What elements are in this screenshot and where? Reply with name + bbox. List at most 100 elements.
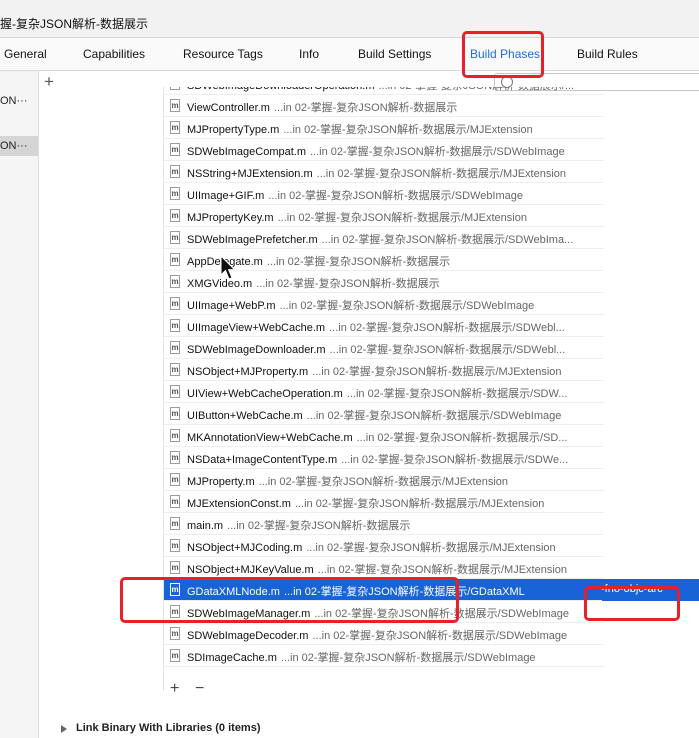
- file-label: MJExtensionConst.m ...in 02-掌握-复杂JSON解析-数…: [187, 495, 544, 511]
- file-name: NSObject+MJProperty.m: [187, 366, 309, 378]
- editor-tab-bar: General Capabilities Resource Tags Info …: [0, 38, 699, 71]
- build-phases-content: + m SDWebImageDownloaderOperation.m ...in …: [39, 71, 699, 738]
- objc-m-file-icon: m: [170, 165, 180, 178]
- objc-m-file-icon: m: [170, 143, 180, 156]
- file-label: UIImage+WebP.m ...in 02-掌握-复杂JSON解析-数据展示/…: [187, 297, 534, 313]
- objc-m-file-icon: m: [170, 627, 180, 640]
- compile-source-row[interactable]: m SDWebImageManager.m ...in 02-掌握-复杂JSON解析…: [164, 601, 604, 623]
- file-path: ...in 02-掌握-复杂JSON解析-数据展示: [256, 278, 440, 290]
- file-path: ...in 02-掌握-复杂JSON解析-数据展示/SDWebIma...: [321, 234, 574, 246]
- file-name: main.m: [187, 520, 224, 532]
- file-label: SDWebImagePrefetcher.m ...in 02-掌握-复杂JSON…: [187, 231, 573, 247]
- objc-m-file-icon: m: [170, 231, 180, 244]
- file-name: NSData+ImageContentType.m: [187, 454, 338, 466]
- window-titlebar: 握-复杂JSON解析-数据展示: [0, 0, 699, 38]
- file-name: SDWebImageManager.m: [187, 608, 311, 620]
- tab-build-settings[interactable]: Build Settings: [358, 47, 431, 61]
- file-path: ...in 02-掌握-复杂JSON解析-数据展示/SDWebImage: [268, 190, 524, 202]
- file-label: SDWebImageDecoder.m ...in 02-掌握-复杂JSON解析-…: [187, 627, 567, 643]
- compile-source-row[interactable]: m SDImageCache.m ...in 02-掌握-复杂JSON解析-数据展示…: [164, 645, 604, 667]
- compile-source-row[interactable]: m UIImage+GIF.m ...in 02-掌握-复杂JSON解析-数据展示/…: [164, 183, 604, 205]
- file-path: ...in 02-掌握-复杂JSON解析-数据展示/MJExtension: [294, 498, 545, 510]
- file-path: ...in 02-掌握-复杂JSON解析-数据展示/SD...: [356, 432, 568, 444]
- compile-source-row[interactable]: m NSObject+MJCoding.m ...in 02-掌握-复杂JSON解析…: [164, 535, 604, 557]
- objc-m-file-icon: m: [170, 187, 180, 200]
- tab-build-rules[interactable]: Build Rules: [577, 47, 638, 61]
- compile-source-row[interactable]: m ViewController.m ...in 02-掌握-复杂JSON解析-数据…: [164, 95, 604, 117]
- compile-source-row[interactable]: m SDWebImagePrefetcher.m ...in 02-掌握-复杂JSO…: [164, 227, 604, 249]
- compile-source-row[interactable]: m MJPropertyType.m ...in 02-掌握-复杂JSON解析-数据…: [164, 117, 604, 139]
- compile-source-row[interactable]: m GDataXMLNode.m ...in 02-掌握-复杂JSON解析-数据展示…: [164, 579, 604, 601]
- add-build-phase-button[interactable]: +: [44, 73, 54, 91]
- compile-source-row[interactable]: m SDWebImageDownloader.m ...in 02-掌握-复杂JSO…: [164, 337, 604, 359]
- compile-source-row[interactable]: m NSObject+MJProperty.m ...in 02-掌握-复杂JSON…: [164, 359, 604, 381]
- file-path: ...in 02-掌握-复杂JSON解析-数据展示/GDataXML: [283, 586, 525, 598]
- tab-info[interactable]: Info: [299, 47, 319, 61]
- compile-source-row[interactable]: m UIButton+WebCache.m ...in 02-掌握-复杂JSON解析…: [164, 403, 604, 425]
- file-label: SDWebImageDownloader.m ...in 02-掌握-复杂JSON…: [187, 341, 565, 357]
- file-path: ...in 02-掌握-复杂JSON解析-数据展示: [273, 102, 458, 114]
- file-path: ...in 02-掌握-复杂JSON解析-数据展示: [266, 256, 451, 268]
- file-label: MJPropertyType.m ...in 02-掌握-复杂JSON解析-数据展…: [187, 121, 533, 137]
- objc-m-file-icon: m: [170, 253, 180, 266]
- compile-source-row[interactable]: m UIView+WebCacheOperation.m ...in 02-掌握-复…: [164, 381, 604, 403]
- file-name: UIImageView+WebCache.m: [187, 322, 326, 334]
- objc-m-file-icon: m: [170, 87, 180, 90]
- file-name: SDWebImageCompat.m: [187, 146, 307, 158]
- disclosure-triangle-icon[interactable]: [61, 725, 67, 733]
- file-path: ...in 02-掌握-复杂JSON解析-数据展示/MJExtension: [317, 564, 568, 576]
- file-name: UIImage+WebP.m: [187, 300, 276, 312]
- target-item-app[interactable]: ON···: [0, 136, 38, 156]
- compile-sources-list[interactable]: m SDWebImageDownloaderOperation.m ...in 02…: [163, 87, 604, 691]
- compile-source-row[interactable]: m MJPropertyKey.m ...in 02-掌握-复杂JSON解析-数据展…: [164, 205, 604, 227]
- objc-m-file-icon: m: [170, 583, 180, 596]
- compile-source-row[interactable]: m MKAnnotationView+WebCache.m ...in 02-掌握-…: [164, 425, 604, 447]
- compile-source-row[interactable]: m SDWebImageDownloaderOperation.m ...in 02…: [164, 87, 604, 95]
- file-label: MJProperty.m ...in 02-掌握-复杂JSON解析-数据展示/MJ…: [187, 473, 508, 489]
- file-path: ...in 02-掌握-复杂JSON解析-数据展示/MJExtension: [258, 476, 509, 488]
- objc-m-file-icon: m: [170, 275, 180, 288]
- compile-source-row[interactable]: m MJProperty.m ...in 02-掌握-复杂JSON解析-数据展示/M…: [164, 469, 604, 491]
- file-label: UIView+WebCacheOperation.m ...in 02-掌握-复杂…: [187, 385, 567, 401]
- file-label: SDImageCache.m ...in 02-掌握-复杂JSON解析-数据展示/…: [187, 649, 536, 665]
- compile-source-row[interactable]: m NSString+MJExtension.m ...in 02-掌握-复杂JSO…: [164, 161, 604, 183]
- add-file-button[interactable]: +: [170, 680, 179, 698]
- file-label: ViewController.m ...in 02-掌握-复杂JSON解析-数据展…: [187, 99, 457, 115]
- compile-source-row[interactable]: m UIImage+WebP.m ...in 02-掌握-复杂JSON解析-数据展示…: [164, 293, 604, 315]
- link-binary-section-header[interactable]: Link Binary With Libraries (0 items): [76, 722, 261, 734]
- compile-source-row[interactable]: m MJExtensionConst.m ...in 02-掌握-复杂JSON解析-…: [164, 491, 604, 513]
- file-name: NSObject+MJCoding.m: [187, 542, 303, 554]
- file-label: NSData+ImageContentType.m ...in 02-掌握-复杂J…: [187, 451, 568, 467]
- compile-source-row[interactable]: m NSData+ImageContentType.m ...in 02-掌握-复杂…: [164, 447, 604, 469]
- file-name: MJPropertyType.m: [187, 124, 280, 136]
- tab-resource-tags[interactable]: Resource Tags: [183, 47, 263, 61]
- file-name: MJExtensionConst.m: [187, 498, 291, 510]
- file-path: ...in 02-掌握-复杂JSON解析-数据展示/SDWebImage: [310, 146, 565, 158]
- file-label: UIButton+WebCache.m ...in 02-掌握-复杂JSON解析-…: [187, 407, 561, 423]
- target-item-project[interactable]: ON···: [0, 91, 38, 111]
- file-label: SDWebImageCompat.m ...in 02-掌握-复杂JSON解析-数…: [187, 143, 565, 159]
- compile-source-row[interactable]: m main.m ...in 02-掌握-复杂JSON解析-数据展示: [164, 513, 604, 535]
- tab-capabilities[interactable]: Capabilities: [83, 47, 145, 61]
- file-name: MJPropertyKey.m: [187, 212, 274, 224]
- file-name: NSString+MJExtension.m: [187, 168, 313, 180]
- compile-source-row[interactable]: m NSObject+MJKeyValue.m ...in 02-掌握-复杂JSON…: [164, 557, 604, 579]
- compiler-flags-text: -fno-objc-arc: [601, 583, 663, 595]
- compile-source-row[interactable]: m UIImageView+WebCache.m ...in 02-掌握-复杂JSO…: [164, 315, 604, 337]
- objc-m-file-icon: m: [170, 363, 180, 376]
- objc-m-file-icon: m: [170, 429, 180, 442]
- file-name: UIImage+GIF.m: [187, 190, 265, 202]
- mouse-pointer-icon: [220, 255, 236, 280]
- tab-build-phases[interactable]: Build Phases: [470, 47, 540, 61]
- objc-m-file-icon: m: [170, 517, 180, 530]
- compile-source-row[interactable]: m SDWebImageDecoder.m ...in 02-掌握-复杂JSON解析…: [164, 623, 604, 645]
- tab-general[interactable]: General: [4, 47, 47, 61]
- remove-file-button[interactable]: −: [195, 680, 204, 698]
- objc-m-file-icon: m: [170, 297, 180, 310]
- file-label: UIImage+GIF.m ...in 02-掌握-复杂JSON解析-数据展示/S…: [187, 187, 523, 203]
- objc-m-file-icon: m: [170, 99, 180, 112]
- file-label: SDWebImageDownloaderOperation.m ...in 02-…: [187, 87, 574, 93]
- compile-source-row[interactable]: m SDWebImageCompat.m ...in 02-掌握-复杂JSON解析-…: [164, 139, 604, 161]
- file-name: ViewController.m: [187, 102, 270, 114]
- file-path: ...in 02-掌握-复杂JSON解析-数据展示/MJExtension: [316, 168, 567, 180]
